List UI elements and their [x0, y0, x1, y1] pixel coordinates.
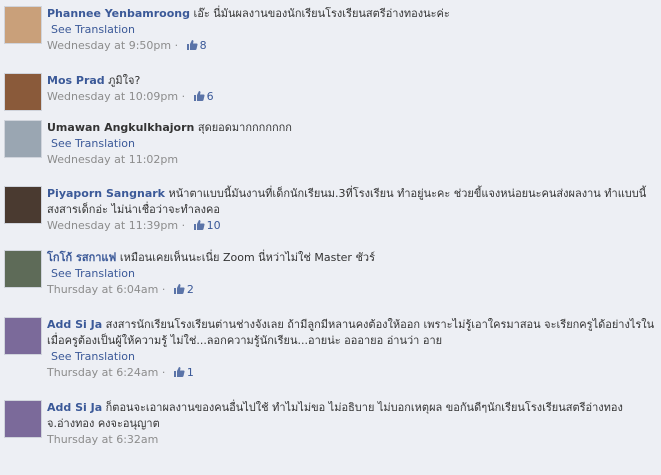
comment-body: โกโก้ รสกาแฟ เหมือนเคยเห็นนะเนี่ย Zoom น… — [47, 250, 657, 298]
commenter-name[interactable]: โกโก้ รสกาแฟ — [47, 251, 116, 264]
avatar[interactable] — [4, 120, 42, 158]
see-translation-link[interactable]: See Translation — [51, 22, 135, 38]
comment-item: Piyaporn Sangnark หน้าตาแบบนี้มันงานที่เ… — [0, 180, 661, 245]
avatar[interactable] — [4, 400, 42, 438]
comment-timestamp[interactable]: Wednesday at 10:09pm — [47, 90, 178, 103]
like-count-value: 6 — [206, 90, 214, 103]
comment-body: Add Si Ja ก็ตอนจะเอาผลงานของคนอื่นไปใช้ … — [47, 400, 657, 448]
comment-text: สงสารนักเรียนโรงเรียนต่านช่างจังเลย ถ้าม… — [47, 318, 655, 347]
comment-body: Mos Prad ภูมิใจ? Wednesday at 10:09pm · … — [47, 73, 657, 105]
avatar-image — [5, 121, 41, 157]
avatar[interactable] — [4, 186, 42, 224]
commenter-name[interactable]: Piyaporn Sangnark — [47, 187, 165, 200]
avatar[interactable] — [4, 73, 42, 111]
commenter-name[interactable]: Umawan Angkulkhajorn — [47, 121, 194, 134]
thumbs-up-icon — [173, 284, 185, 294]
like-count[interactable]: 2 — [169, 283, 194, 296]
see-translation-link[interactable]: See Translation — [51, 266, 135, 282]
comment-text: สุดยอดมากกกกกกก — [197, 121, 292, 134]
avatar-image — [5, 74, 41, 110]
comment-timestamp[interactable]: Wednesday at 11:39pm — [47, 219, 178, 232]
like-count-value: 2 — [186, 283, 194, 296]
thumbs-up-icon — [193, 91, 205, 101]
meta-separator: · — [158, 366, 169, 379]
comment-text: เอ๊ะ นี่มันผลงานของนักเรียนโรงเรียนสตรีอ… — [193, 7, 450, 20]
avatar[interactable] — [4, 317, 42, 355]
see-translation-link[interactable]: See Translation — [51, 136, 135, 152]
comment-timestamp[interactable]: Thursday at 6:32am — [47, 433, 158, 446]
comment-item: Add Si Ja ก็ตอนจะเอาผลงานของคนอื่นไปใช้ … — [0, 394, 661, 475]
thumbs-up-icon — [193, 220, 205, 230]
comment-body: Umawan Angkulkhajorn สุดยอดมากกกกกกก See… — [47, 120, 657, 168]
comment-timestamp[interactable]: Wednesday at 9:50pm — [47, 39, 171, 52]
commenter-name[interactable]: Add Si Ja — [47, 401, 102, 414]
comment-item: Umawan Angkulkhajorn สุดยอดมากกกกกกก See… — [0, 114, 661, 181]
like-count-value: 1 — [186, 366, 194, 379]
comment-text: ภูมิใจ? — [108, 74, 141, 87]
meta-separator: · — [178, 219, 189, 232]
comment-item: โกโก้ รสกาแฟ เหมือนเคยเห็นนะเนี่ย Zoom น… — [0, 244, 661, 312]
like-count[interactable]: 10 — [189, 219, 221, 232]
thumbs-up-icon — [186, 40, 198, 50]
like-count-value: 10 — [206, 219, 221, 232]
avatar-image — [5, 318, 41, 354]
commenter-name[interactable]: Phannee Yenbamroong — [47, 7, 190, 20]
comment-timestamp[interactable]: Thursday at 6:04am — [47, 283, 158, 296]
comment-text: เหมือนเคยเห็นนะเนี่ย Zoom นี่หว่าไม่ใช่ … — [119, 251, 376, 264]
comment-timestamp[interactable]: Wednesday at 11:02pm — [47, 153, 178, 166]
comment-body: Add Si Ja สงสารนักเรียนโรงเรียนต่านช่างจ… — [47, 317, 657, 381]
like-count-value: 8 — [199, 39, 207, 52]
meta-separator: · — [158, 283, 169, 296]
avatar[interactable] — [4, 250, 42, 288]
comment-text: ก็ตอนจะเอาผลงานของคนอื่นไปใช้ ทำไมไม่ขอ … — [47, 401, 623, 430]
comment-body: Phannee Yenbamroong เอ๊ะ นี่มันผลงานของน… — [47, 6, 657, 54]
avatar[interactable] — [4, 6, 42, 44]
like-count[interactable]: 6 — [189, 90, 214, 103]
meta-separator: · — [171, 39, 182, 52]
commenter-name[interactable]: Add Si Ja — [47, 318, 102, 331]
like-count[interactable]: 8 — [182, 39, 207, 52]
comment-item: Phannee Yenbamroong เอ๊ะ นี่มันผลงานของน… — [0, 0, 661, 68]
avatar-image — [5, 7, 41, 43]
avatar-image — [5, 401, 41, 437]
meta-separator: · — [178, 90, 189, 103]
comment-timestamp[interactable]: Thursday at 6:24am — [47, 366, 158, 379]
like-count[interactable]: 1 — [169, 366, 194, 379]
avatar-image — [5, 251, 41, 287]
see-translation-link[interactable]: See Translation — [51, 349, 135, 365]
comment-item: Add Si Ja สงสารนักเรียนโรงเรียนต่านช่างจ… — [0, 311, 661, 395]
comment-body: Piyaporn Sangnark หน้าตาแบบนี้มันงานที่เ… — [47, 186, 657, 234]
thumbs-up-icon — [173, 367, 185, 377]
avatar-image — [5, 187, 41, 223]
comment-item: Mos Prad ภูมิใจ? Wednesday at 10:09pm · … — [0, 67, 661, 115]
commenter-name[interactable]: Mos Prad — [47, 74, 105, 87]
